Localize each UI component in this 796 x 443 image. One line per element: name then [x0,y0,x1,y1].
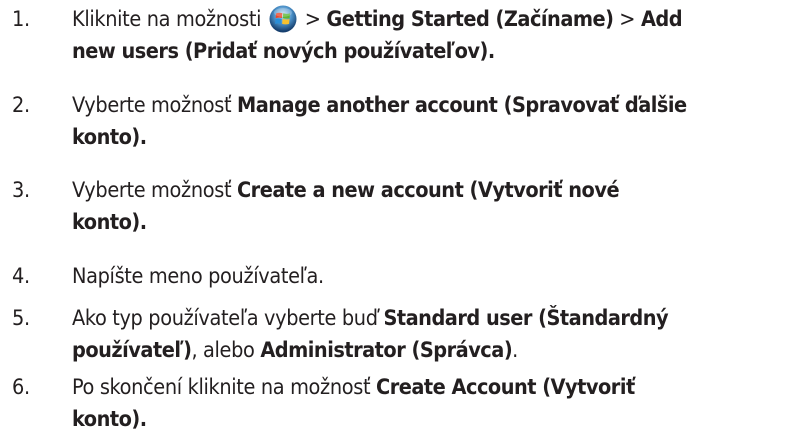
step-text: Po skončení kliknite na možnosť Create A… [72,375,635,432]
step-text: Vyberte možnosť Manage another account (… [72,93,687,150]
step-text: Napíšte meno používateľa. [72,264,324,289]
step-text: Kliknite na možnosti > Getting Started (… [72,5,683,64]
step-number: 6. [12,375,30,400]
step-number: 3. [12,178,30,203]
instruction-document: 1. Kliknite na možnosti > Getting Starte… [0,0,796,443]
step-number: 5. [12,306,30,331]
step-number: 4. [12,264,30,289]
step-text: Ako typ používateľa vyberte buď Standard… [72,306,669,363]
windows-start-orb-icon [269,5,297,33]
step-number: 1. [12,7,30,32]
step-text: Vyberte možnosť Create a new account (Vy… [72,178,620,235]
step-number: 2. [12,93,30,118]
